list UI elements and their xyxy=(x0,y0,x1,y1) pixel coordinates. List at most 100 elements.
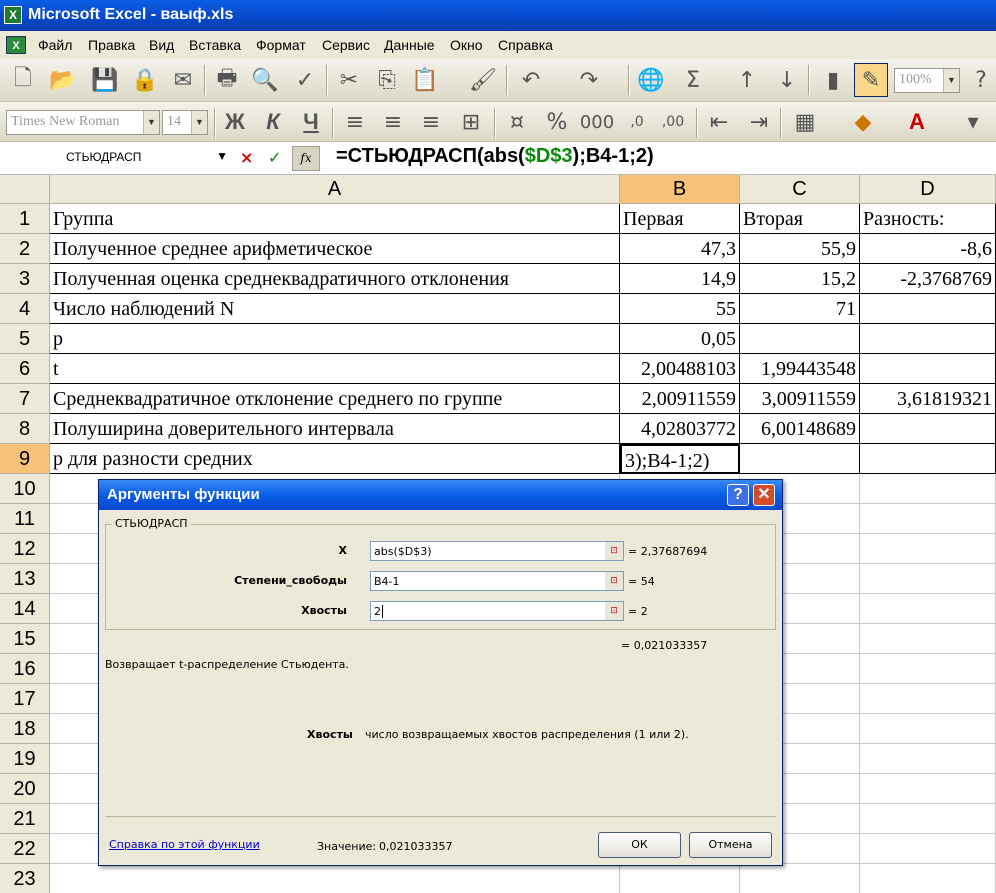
bold-button[interactable]: Ж xyxy=(218,105,252,139)
decrease-indent-icon[interactable]: ⇤ xyxy=(702,105,736,139)
menu-file[interactable]: Файл xyxy=(38,37,72,53)
cell[interactable]: Первая xyxy=(620,204,740,234)
column-header-d[interactable]: D xyxy=(860,175,996,204)
print-icon[interactable]: 🖶 xyxy=(210,63,244,97)
row-header[interactable]: 8 xyxy=(0,414,50,444)
save-icon[interactable]: 💾 xyxy=(88,63,122,97)
menu-view[interactable]: Вид xyxy=(149,37,174,53)
cell[interactable] xyxy=(860,564,996,594)
row-header[interactable]: 12 xyxy=(0,534,50,564)
print-preview-icon[interactable]: 🔍 xyxy=(248,63,282,97)
cell[interactable] xyxy=(860,714,996,744)
row-header[interactable]: 5 xyxy=(0,324,50,354)
cell[interactable] xyxy=(50,864,620,893)
cell[interactable]: Полученная оценка среднеквадратичного от… xyxy=(50,264,620,294)
autosum-icon[interactable]: Σ xyxy=(676,63,710,97)
toolbar-options-icon[interactable]: ▾ xyxy=(956,105,990,139)
cell[interactable] xyxy=(740,324,860,354)
cell[interactable] xyxy=(860,774,996,804)
percent-button[interactable]: % xyxy=(540,105,574,139)
cell[interactable] xyxy=(860,444,996,474)
arg-input-tails[interactable]: 2 xyxy=(370,601,624,621)
cell[interactable]: Группа xyxy=(50,204,620,234)
cell[interactable]: 55 xyxy=(620,294,740,324)
cell[interactable]: 2,00488103 xyxy=(620,354,740,384)
font-color-icon[interactable]: A xyxy=(900,105,934,139)
cell[interactable]: 0,05 xyxy=(620,324,740,354)
cell[interactable] xyxy=(860,594,996,624)
menu-edit[interactable]: Правка xyxy=(88,37,135,53)
cell[interactable] xyxy=(860,354,996,384)
name-box[interactable]: СТЬЮДРАСП ▼ xyxy=(2,146,230,171)
menu-window[interactable]: Окно xyxy=(450,37,483,53)
format-painter-icon[interactable]: 🖌 xyxy=(466,63,500,97)
row-header[interactable]: 18 xyxy=(0,714,50,744)
cell[interactable] xyxy=(860,684,996,714)
cell[interactable]: Число наблюдений N xyxy=(50,294,620,324)
row-header[interactable]: 10 xyxy=(0,474,50,504)
align-right-icon[interactable]: ≡ xyxy=(414,105,448,139)
cell[interactable] xyxy=(860,744,996,774)
cell[interactable] xyxy=(860,834,996,864)
cell[interactable] xyxy=(860,864,996,893)
sort-ascending-icon[interactable]: ↑ xyxy=(730,63,764,97)
align-left-icon[interactable]: ≡ xyxy=(338,105,372,139)
row-header[interactable]: 6 xyxy=(0,354,50,384)
row-header[interactable]: 16 xyxy=(0,654,50,684)
help-icon[interactable]: ? xyxy=(964,63,996,97)
borders-icon[interactable]: ▦ xyxy=(788,105,822,139)
cell[interactable]: 15,2 xyxy=(740,264,860,294)
cell[interactable]: Полученное среднее арифметическое xyxy=(50,234,620,264)
cell[interactable]: p xyxy=(50,324,620,354)
sort-descending-icon[interactable]: ↓ xyxy=(770,63,804,97)
row-header[interactable]: 2 xyxy=(0,234,50,264)
chevron-down-icon[interactable]: ▼ xyxy=(143,111,159,134)
document-icon[interactable]: X xyxy=(6,36,26,54)
column-header-b[interactable]: B xyxy=(620,175,740,204)
cell[interactable]: 55,9 xyxy=(740,234,860,264)
fill-color-icon[interactable]: ◆ xyxy=(846,105,880,139)
chevron-down-icon[interactable]: ▼ xyxy=(191,111,207,134)
excel-icon[interactable]: X xyxy=(4,6,22,24)
cut-icon[interactable]: ✂ xyxy=(332,63,366,97)
copy-icon[interactable]: ⎘ xyxy=(370,63,404,97)
row-header[interactable]: 22 xyxy=(0,834,50,864)
row-header[interactable]: 11 xyxy=(0,504,50,534)
cell[interactable] xyxy=(860,624,996,654)
menu-format[interactable]: Формат xyxy=(256,37,306,53)
column-header-a[interactable]: A xyxy=(50,175,620,204)
font-name-combo[interactable]: Times New Roman ▼ xyxy=(6,110,160,135)
enter-icon[interactable]: ✓ xyxy=(268,148,281,167)
row-header[interactable]: 14 xyxy=(0,594,50,624)
hyperlink-icon[interactable]: 🌐 xyxy=(634,63,668,97)
permission-icon[interactable]: 🔒 xyxy=(128,63,162,97)
cell[interactable] xyxy=(860,504,996,534)
chart-wizard-icon[interactable]: ▮ xyxy=(816,63,850,97)
cell[interactable] xyxy=(860,534,996,564)
increase-indent-icon[interactable]: ⇥ xyxy=(742,105,776,139)
underline-button[interactable]: Ч xyxy=(294,105,328,139)
cell[interactable]: t xyxy=(50,354,620,384)
row-header[interactable]: 23 xyxy=(0,864,50,893)
align-center-icon[interactable]: ≡ xyxy=(376,105,410,139)
cell[interactable]: -8,6 xyxy=(860,234,996,264)
cell[interactable]: 71 xyxy=(740,294,860,324)
menu-help[interactable]: Справка xyxy=(498,37,553,53)
new-icon[interactable]: 🗋 xyxy=(6,63,40,97)
row-header[interactable]: 13 xyxy=(0,564,50,594)
arg-input-degrees[interactable]: B4-1 xyxy=(370,571,624,591)
chevron-down-icon[interactable]: ▼ xyxy=(216,149,228,163)
email-icon[interactable]: ✉ xyxy=(166,63,200,97)
cell[interactable]: 1,99443548 xyxy=(740,354,860,384)
cell[interactable] xyxy=(740,864,860,893)
cell[interactable] xyxy=(860,294,996,324)
row-header[interactable]: 1 xyxy=(0,204,50,234)
currency-icon[interactable]: ¤ xyxy=(500,105,534,139)
cancel-button[interactable]: Отмена xyxy=(689,832,772,858)
italic-button[interactable]: К xyxy=(256,105,290,139)
cell[interactable]: 2,00911559 xyxy=(620,384,740,414)
arg-input-x[interactable]: abs($D$3) xyxy=(370,541,624,561)
menu-tools[interactable]: Сервис xyxy=(322,37,370,53)
cell[interactable]: 3,61819321 xyxy=(860,384,996,414)
row-header[interactable]: 15 xyxy=(0,624,50,654)
